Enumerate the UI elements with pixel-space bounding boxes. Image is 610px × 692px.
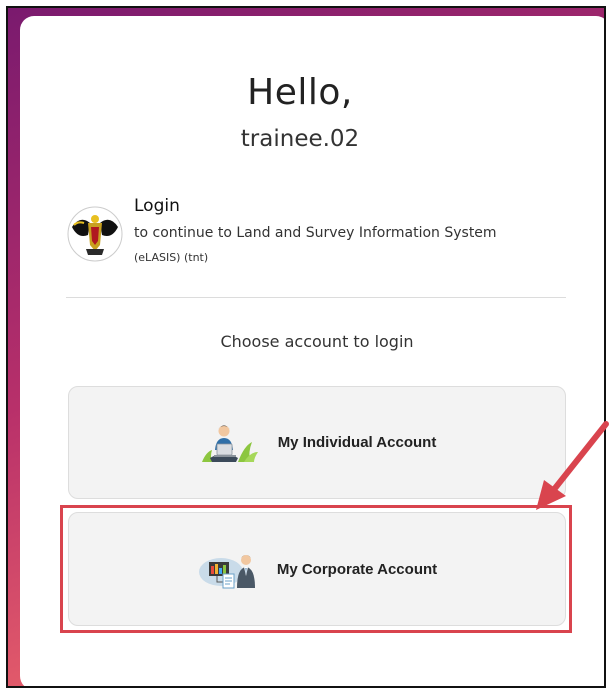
login-subtitle-system-code: (eLASIS) (tnt) <box>134 251 209 264</box>
person-laptop-icon <box>201 425 258 462</box>
login-subtitle: to continue to Land and Survey Informati… <box>134 225 497 241</box>
individual-account-label: My Individual Account <box>277 434 437 451</box>
divider <box>66 297 566 298</box>
red-arrow-icon <box>536 421 609 510</box>
username-label: trainee.02 <box>240 126 360 152</box>
choose-account-prompt: Choose account to login <box>220 332 414 351</box>
greeting-hello: Hello, <box>247 72 353 113</box>
individual-account-button[interactable]: My Individual Account <box>68 386 566 499</box>
state-crest-icon <box>67 206 123 262</box>
login-title: Login <box>134 196 180 216</box>
highlight-box <box>60 505 572 633</box>
